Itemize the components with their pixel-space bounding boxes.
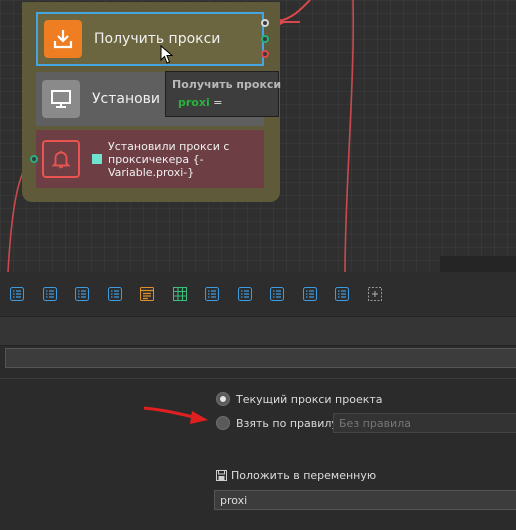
error-port[interactable] bbox=[261, 50, 269, 58]
download-tray-icon bbox=[44, 20, 82, 58]
save-label: Положить в переменную bbox=[231, 469, 377, 482]
radio-label: Взять по правилу: bbox=[236, 416, 342, 430]
properties-header bbox=[0, 316, 516, 346]
list-icon[interactable] bbox=[269, 286, 285, 302]
list-icon[interactable] bbox=[9, 286, 25, 302]
action-label: Получить прокси bbox=[94, 31, 221, 47]
annotation-arrow-icon bbox=[143, 406, 208, 424]
tooltip-title: Получить прокси bbox=[172, 78, 282, 91]
tooltip-var-name: proxi bbox=[178, 96, 210, 109]
success-port[interactable] bbox=[261, 35, 269, 43]
radio-label: Текущий прокси проекта bbox=[236, 392, 383, 406]
action-name-field[interactable] bbox=[5, 348, 516, 368]
workflow-canvas[interactable]: Получить прокси Установи Установили прок… bbox=[0, 0, 516, 272]
action-notification[interactable]: Установили прокси с проксичекера {-Varia… bbox=[36, 130, 264, 188]
action-tooltip: Получить прокси proxi = bbox=[165, 71, 282, 117]
divider bbox=[0, 378, 516, 379]
rule-select[interactable]: Без правила bbox=[333, 413, 516, 433]
floppy-disk-icon bbox=[216, 470, 227, 481]
radio-dot bbox=[220, 396, 226, 402]
radio-by-rule[interactable]: Взять по правилу: bbox=[216, 414, 342, 432]
list-icon[interactable] bbox=[334, 286, 350, 302]
color-marker bbox=[92, 154, 102, 164]
list-icon[interactable] bbox=[237, 286, 253, 302]
variable-input[interactable] bbox=[214, 490, 516, 510]
tooltip-equals: = bbox=[213, 96, 223, 109]
list-icon[interactable] bbox=[204, 286, 220, 302]
monitor-icon bbox=[42, 80, 80, 118]
action-get-proxy[interactable]: Получить прокси bbox=[36, 12, 264, 66]
input-port[interactable] bbox=[30, 155, 38, 163]
list-icon[interactable] bbox=[107, 286, 123, 302]
canvas-corner bbox=[440, 256, 516, 272]
mouse-cursor-icon bbox=[160, 45, 174, 64]
save-to-variable-row: Положить в переменную bbox=[216, 469, 376, 482]
action-toolbar bbox=[0, 272, 516, 316]
radio-button[interactable] bbox=[216, 416, 230, 430]
list-icon[interactable] bbox=[74, 286, 90, 302]
output-port[interactable] bbox=[261, 19, 269, 27]
tooltip-variable-line: proxi = bbox=[172, 96, 272, 109]
radio-current-proxy[interactable]: Текущий прокси проекта bbox=[216, 390, 383, 408]
list-icon[interactable] bbox=[302, 286, 318, 302]
list-icon[interactable] bbox=[42, 286, 58, 302]
radio-button[interactable] bbox=[216, 392, 230, 406]
form-icon[interactable] bbox=[139, 286, 155, 302]
add-placeholder-icon[interactable] bbox=[367, 286, 383, 302]
action-label: Установили прокси с проксичекера {-Varia… bbox=[108, 139, 230, 179]
bell-icon bbox=[42, 140, 80, 178]
table-icon[interactable] bbox=[172, 286, 188, 302]
action-label: Установи bbox=[92, 91, 161, 107]
